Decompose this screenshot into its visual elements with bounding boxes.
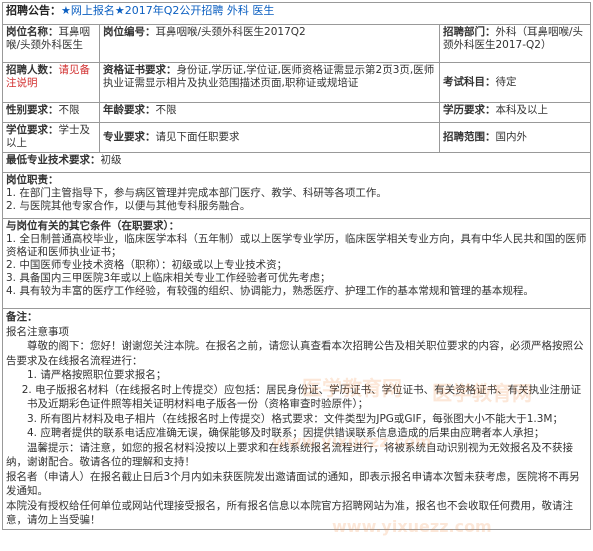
exam-label: 考试科目： <box>443 76 496 88</box>
duties-title: 岗位职责： <box>6 174 59 186</box>
major-cell: 专业要求：请见下面任职要求 <box>99 122 440 153</box>
remarks-line: 本院没有授权给任何单位或网站代理接受报名，所有报名信息以本院官方招聘网站为准，报… <box>6 499 573 527</box>
remarks-line: 2. 电子版报名材料（在线报名时上传提交）应包括：居民身份证、学历证书、学位证书… <box>21 383 582 411</box>
notice-table: 招聘公告：★网上报名★2017年Q2公开招聘 外科 医生 岗位名称：耳鼻咽喉/头… <box>2 2 591 530</box>
remarks-line: 温馨提示：请注意，如您的报名材料没按以上要求和在线系统报名流程进行，将被系统自动… <box>6 441 573 469</box>
position-cell: 岗位名称：耳鼻咽喉/头颈外科医生 <box>2 24 100 63</box>
duties-item: 1. 在部门主管指导下，参与病区管理并完成本部门医疗、教学、科研等各项工作。 <box>6 187 387 199</box>
code-cell: 岗位编号：耳鼻咽喉/头颈外科医生2017Q2 <box>99 24 440 63</box>
remarks-subtitle: 报名注意事项 <box>6 325 69 338</box>
age-label: 年龄要求： <box>103 104 156 116</box>
gender-cell: 性别要求：不限 <box>2 102 100 123</box>
remarks-line: 4. 应聘者提供的联系电话应准确无误，确保能够及时联系；因提供错误联系信息造成的… <box>27 427 545 439</box>
conditions-item: 3. 具备国内三甲医院3年或以上临床相关专业工作经验者可优先考虑； <box>6 272 331 284</box>
exam-value: 待定 <box>495 76 517 88</box>
dept-label: 招聘部门： <box>443 26 496 38</box>
notice-title-link[interactable]: ★网上报名★2017年Q2公开招聘 外科 医生 <box>61 4 274 17</box>
count-cell: 招聘人数：请见备注说明 <box>2 62 100 103</box>
exam-cell: 考试科目：待定 <box>439 62 591 103</box>
duties-item: 2. 与医院其他专家合作，以便与其他专科服务融合。 <box>6 200 251 212</box>
remarks-line: 尊敬的阁下：您好！谢谢您关注本院。在报名之前，请您认真查看本次招聘公告及相关职位… <box>6 340 584 367</box>
edu-value: 本科及以上 <box>495 104 549 116</box>
edu-label: 学历要求： <box>443 104 496 116</box>
major-label: 专业要求： <box>103 131 156 143</box>
recruitment-notice: 招聘公告：★网上报名★2017年Q2公开招聘 外科 医生 岗位名称：耳鼻咽喉/头… <box>2 2 591 549</box>
conditions-section: 与岗位有关的其它条件（在职要求）： 1. 全日制普通高校毕业，临床医学本科（五年… <box>2 218 591 309</box>
scope-cell: 招聘范围：国内外 <box>439 122 591 153</box>
gender-value: 不限 <box>58 104 80 116</box>
degree-label: 学位要求： <box>6 124 59 136</box>
age-value: 不限 <box>155 104 177 116</box>
remarks-line: 报名者（申请人）在报名截止日后3个月内如未获医院发出邀请面试的通知，即表示报名申… <box>6 470 580 498</box>
major-value: 请见下面任职要求 <box>155 131 240 143</box>
conditions-item: 1. 全日制普通高校毕业，临床医学本科（五年制）或以上医学专业学历，临床医学相关… <box>6 233 587 258</box>
remarks-line: 3. 所有图片材料及电子相片（在线报名时上传提交）格式要求：文件类型为JPG或G… <box>27 412 563 425</box>
dept-cell: 招聘部门：外科（耳鼻咽喉/头颈外科医生2017-Q2） <box>439 24 591 63</box>
gender-label: 性别要求： <box>6 104 59 116</box>
age-cell: 年龄要求：不限 <box>99 102 440 123</box>
conditions-title: 与岗位有关的其它条件（在职要求）： <box>6 220 180 232</box>
scope-value: 国内外 <box>495 131 528 143</box>
remarks-title: 备注： <box>6 311 38 323</box>
conditions-item: 2. 中国医师专业技术资格（职称）：初级或以上专业技术资； <box>6 259 288 271</box>
duties-section: 岗位职责： 1. 在部门主管指导下，参与病区管理并完成本部门医疗、教学、科研等各… <box>2 172 591 219</box>
notice-header-label: 招聘公告： <box>6 4 61 17</box>
code-label: 岗位编号： <box>103 26 156 38</box>
degree-cell: 学位要求：学士及以上 <box>2 122 100 153</box>
scope-label: 招聘范围： <box>443 131 496 143</box>
code-value: 耳鼻咽喉/头颈外科医生2017Q2 <box>155 26 306 38</box>
tech-cell: 最低专业技术要求：初级 <box>2 152 591 173</box>
conditions-item: 4. 具有较为丰富的医疗工作经验，有较强的组织、协调能力，熟悉医疗、护理工作的基… <box>6 285 534 297</box>
tech-label: 最低专业技术要求： <box>6 154 101 166</box>
edu-cell: 学历要求：本科及以上 <box>439 102 591 123</box>
cert-label: 资格证书要求： <box>103 64 177 76</box>
tech-value: 初级 <box>100 154 122 166</box>
remarks-section: 备注： 报名注意事项 尊敬的阁下：您好！谢谢您关注本院。在报名之前，请您认真查看… <box>2 308 591 530</box>
position-label: 岗位名称： <box>6 26 59 38</box>
count-label: 招聘人数： <box>6 64 59 76</box>
remarks-line: 1. 请严格按照职位要求报名； <box>27 369 167 381</box>
cert-cell: 资格证书要求：身份证,学历证,学位证,医师资格证需显示第2页3页,医师执业证需显… <box>99 62 440 103</box>
notice-header: 招聘公告：★网上报名★2017年Q2公开招聘 外科 医生 <box>2 2 591 25</box>
